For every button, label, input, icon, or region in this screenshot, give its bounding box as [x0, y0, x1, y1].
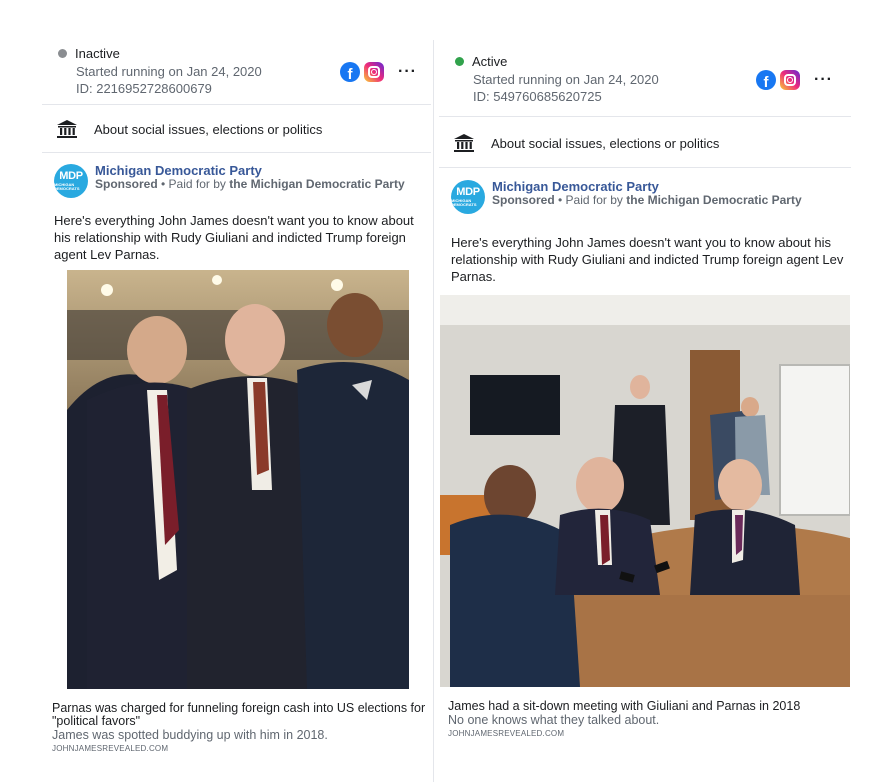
instagram-icon [364, 62, 384, 82]
ad-status-block: Inactive Started running on Jan 24, 2020… [58, 46, 262, 97]
divider [42, 152, 431, 153]
paid-for-by: the Michigan Democratic Party [626, 193, 802, 207]
status-row: Inactive [58, 46, 262, 61]
sponsored-label: Sponsored [492, 193, 555, 207]
advertiser-block: MDP MICHIGAN DEMOCRATS Michigan Democrat… [54, 164, 425, 198]
divider [42, 104, 431, 105]
platforms: f ··· [756, 70, 833, 90]
facebook-icon: f [340, 62, 360, 82]
caption-title: Parnas was charged for funneling foreign… [52, 701, 426, 728]
ad-id: ID: 549760685620725 [473, 89, 602, 104]
category-label: About social issues, elections or politi… [94, 121, 323, 137]
paid-for-by: the Michigan Democratic Party [229, 177, 405, 191]
ad-body-text: Here's everything John James doesn't wan… [451, 235, 844, 284]
ad-caption[interactable]: Parnas was charged for funneling foreign… [52, 701, 427, 754]
platforms: f ··· [340, 62, 417, 82]
more-options-icon[interactable]: ··· [814, 71, 833, 89]
sponsored-line: Sponsored • Paid for by the Michigan Dem… [492, 194, 832, 206]
ad-id: ID: 2216952728600679 [76, 81, 212, 96]
advertiser-avatar[interactable]: MDP MICHIGAN DEMOCRATS [54, 164, 88, 198]
ad-image[interactable] [440, 295, 850, 687]
sponsored-line: Sponsored • Paid for by the Michigan Dem… [95, 178, 425, 190]
facebook-icon: f [756, 70, 776, 90]
started-running: Started running on Jan 24, 2020 [473, 72, 659, 87]
inactive-status-dot [58, 49, 67, 58]
category-row: About social issues, elections or politi… [56, 119, 322, 139]
status-row: Active [455, 54, 659, 69]
category-label: About social issues, elections or politi… [491, 135, 720, 151]
paid-for-prefix: • Paid for by [558, 193, 623, 207]
photo-meeting-room [440, 295, 850, 687]
avatar-logo-subtext: MICHIGAN DEMOCRATS [54, 182, 80, 191]
divider [439, 167, 851, 168]
active-status-dot [455, 57, 464, 66]
advertiser-avatar[interactable]: MDP MICHIGAN DEMOCRATS [451, 180, 485, 214]
divider [439, 116, 851, 117]
government-building-icon [454, 134, 474, 152]
ad-body-text: Here's everything John James doesn't wan… [54, 213, 414, 262]
caption-description: No one knows what they talked about. [448, 713, 660, 727]
advertiser-name[interactable]: Michigan Democratic Party [492, 180, 832, 194]
avatar-logo-subtext: MICHIGAN DEMOCRATS [451, 198, 477, 207]
sponsored-label: Sponsored [95, 177, 158, 191]
caption-description: James was spotted buddying up with him i… [52, 728, 328, 742]
avatar-logo-text: MDP [456, 186, 480, 198]
more-options-icon[interactable]: ··· [398, 63, 417, 81]
advertiser-text: Michigan Democratic Party Sponsored • Pa… [492, 180, 832, 214]
avatar-logo-text: MDP [59, 170, 83, 182]
ad-status-block: Active Started running on Jan 24, 2020 I… [455, 54, 659, 105]
ad-image[interactable] [67, 270, 409, 689]
advertiser-name[interactable]: Michigan Democratic Party [95, 164, 425, 178]
paid-for-prefix: • Paid for by [161, 177, 226, 191]
government-building-icon [57, 120, 77, 138]
category-row: About social issues, elections or politi… [453, 133, 719, 153]
column-divider [433, 40, 434, 782]
advertiser-text: Michigan Democratic Party Sponsored • Pa… [95, 164, 425, 198]
started-running: Started running on Jan 24, 2020 [76, 64, 262, 79]
caption-title: James had a sit-down meeting with Giulia… [448, 699, 801, 713]
instagram-icon [780, 70, 800, 90]
advertiser-block: MDP MICHIGAN DEMOCRATS Michigan Democrat… [451, 180, 832, 214]
status-label: Inactive [75, 46, 120, 61]
ad-caption[interactable]: James had a sit-down meeting with Giulia… [448, 699, 848, 739]
photo-men-arena [67, 270, 409, 689]
caption-link[interactable]: JOHNJAMESREVEALED.COM [52, 744, 427, 753]
caption-link[interactable]: JOHNJAMESREVEALED.COM [448, 729, 848, 738]
status-label: Active [472, 54, 508, 69]
